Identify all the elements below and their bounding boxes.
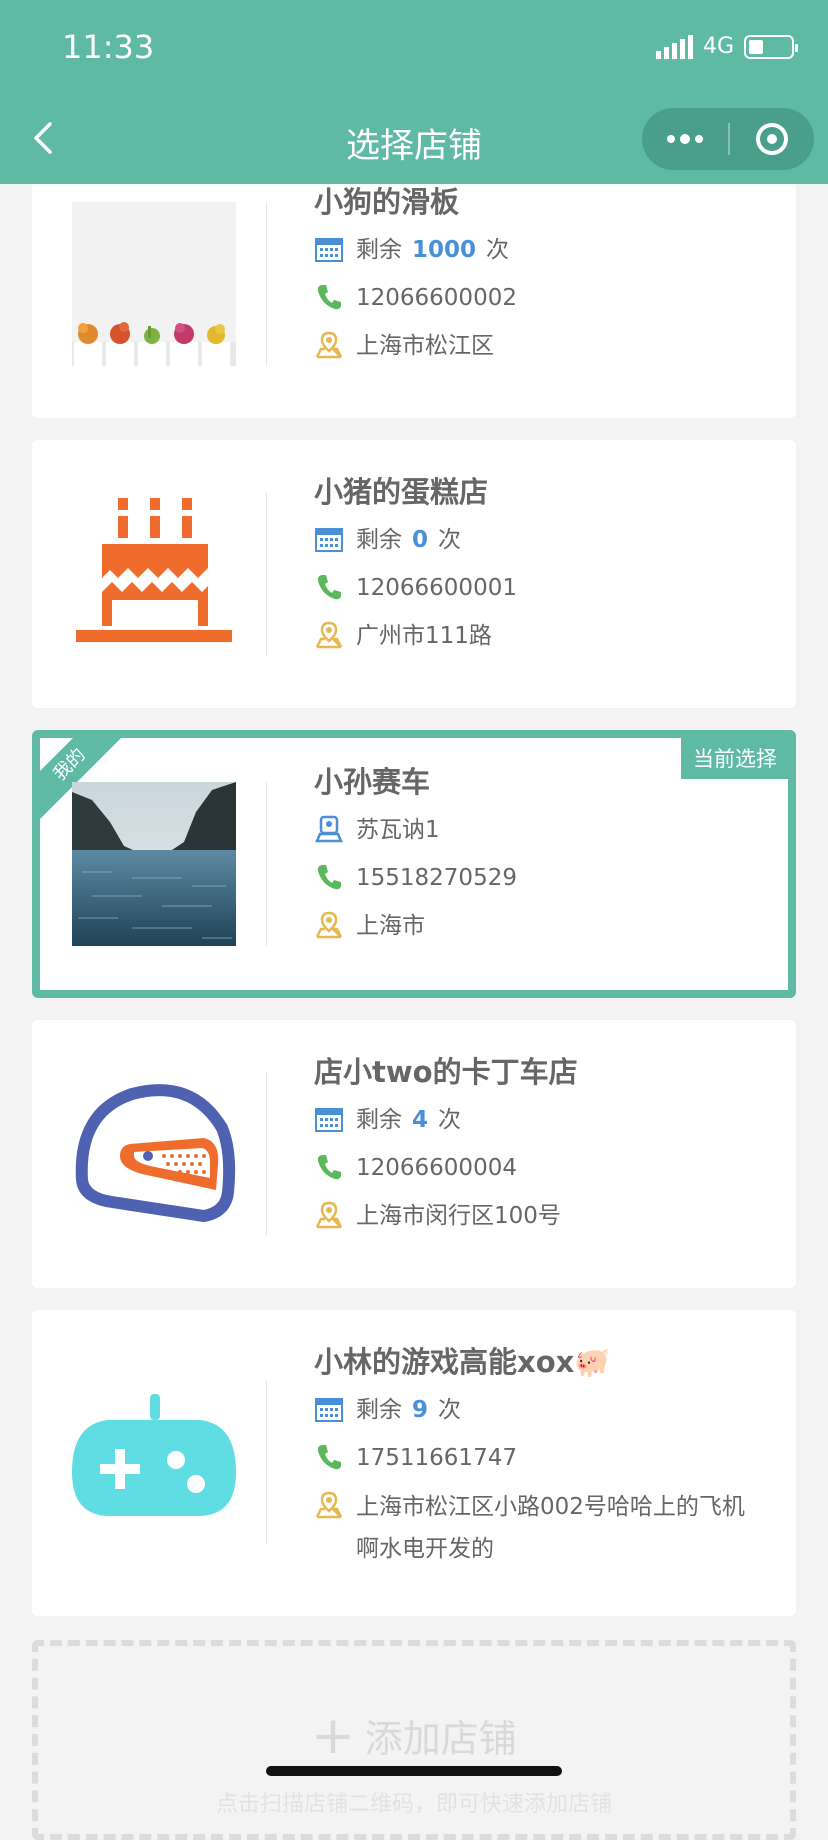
calendar-icon: [315, 238, 343, 262]
location-icon: [315, 331, 343, 359]
calendar-icon: [315, 1398, 343, 1422]
phone-icon: [317, 1445, 341, 1470]
plus-icon: +: [311, 1705, 355, 1766]
count-prefix: 剩余: [356, 237, 402, 263]
phone-number: 12066600002: [356, 285, 517, 311]
count-suffix: 次: [486, 237, 510, 263]
store-name: 小林的游戏高能xox🐖: [314, 1345, 611, 1379]
remaining-count: 1000: [412, 237, 477, 263]
count-prefix: 剩余: [356, 527, 402, 553]
divider: [266, 492, 267, 656]
divider: [266, 202, 267, 366]
store-card[interactable]: 小猪的蛋糕店 剩余 0 次 12066600001 广州市111路: [32, 440, 796, 708]
network-type: 4G: [702, 34, 734, 59]
phone-number: 12066600004: [356, 1155, 517, 1181]
add-store-hint: 点击扫描店铺二维码，即可快速添加店铺: [215, 1792, 612, 1817]
store-card[interactable]: 小狗的滑板 剩余 1000 次 12066600002 上海市松江区: [32, 150, 796, 418]
store-name: 店小two的卡丁车店: [314, 1055, 578, 1089]
phone-icon: [317, 575, 341, 600]
phone-icon: [317, 285, 341, 310]
signal-icon: [655, 34, 693, 59]
home-indicator[interactable]: [266, 1766, 562, 1776]
location-icon: [315, 621, 343, 649]
store-image: [72, 202, 236, 366]
calendar-icon: [315, 1108, 343, 1132]
count-prefix: 剩余: [356, 1107, 402, 1133]
status-indicators: 4G: [655, 34, 798, 59]
count-suffix: 次: [438, 1107, 462, 1133]
store-address: 上海市松江区小路002号哈哈上的飞机啊水电开发的: [356, 1494, 745, 1562]
top-bar: 11:33 4G 选择店铺: [0, 0, 828, 184]
store-name: 小孙赛车: [314, 765, 431, 799]
add-store-button[interactable]: + 添加店铺 点击扫描店铺二维码，即可快速添加店铺: [32, 1640, 796, 1840]
phone-number: 12066600001: [356, 575, 517, 601]
phone-icon: [317, 865, 341, 890]
close-target-icon[interactable]: [730, 108, 814, 170]
more-icon[interactable]: [642, 108, 728, 170]
store-address: 上海市: [356, 913, 425, 939]
cake-icon: [72, 492, 236, 656]
count-suffix: 次: [438, 527, 462, 553]
location-icon: [315, 1491, 343, 1519]
owner-name: 苏瓦讷1: [356, 817, 440, 843]
calendar-icon: [315, 528, 343, 552]
gamepad-icon: [72, 1380, 236, 1544]
remaining-count: 0: [412, 527, 429, 553]
divider: [266, 782, 267, 946]
mini-program-capsule: [642, 108, 814, 170]
helmet-icon: [72, 1072, 236, 1236]
store-card-selected[interactable]: 我的 当前选择 小孙赛车 苏瓦讷1 15518270529 上海市: [32, 730, 796, 998]
store-name: 小狗的滑板: [314, 185, 460, 219]
store-card[interactable]: 店小two的卡丁车店 剩余 4 次 12066600004 上海市闵行区100号: [32, 1020, 796, 1288]
count-suffix: 次: [438, 1397, 462, 1423]
phone-icon: [317, 1155, 341, 1180]
phone-number: 15518270529: [356, 865, 517, 891]
store-address: 上海市松江区: [356, 333, 494, 359]
remaining-count: 4: [412, 1107, 429, 1133]
divider: [266, 1072, 267, 1236]
battery-icon: [744, 34, 798, 59]
location-icon: [315, 911, 343, 939]
phone-number: 17511661747: [356, 1445, 517, 1471]
store-name: 小猪的蛋糕店: [314, 475, 489, 509]
location-icon: [315, 1201, 343, 1229]
status-time: 11:33: [62, 28, 155, 66]
store-card[interactable]: 小林的游戏高能xox🐖 剩余 9 次 17511661747 上海市松江区小路002…: [32, 1310, 796, 1616]
store-address: 上海市闵行区100号: [356, 1203, 561, 1229]
divider: [266, 1380, 267, 1544]
count-prefix: 剩余: [356, 1397, 402, 1423]
store-image: [72, 782, 236, 946]
store-address: 广州市111路: [356, 623, 492, 649]
user-icon: [315, 815, 343, 843]
add-store-label: 添加店铺: [364, 1717, 517, 1761]
remaining-count: 9: [412, 1397, 429, 1423]
